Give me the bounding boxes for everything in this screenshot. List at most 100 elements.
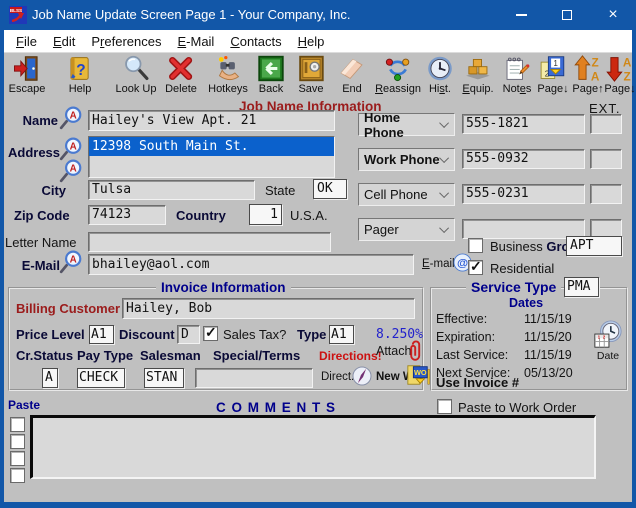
end-button[interactable]: End bbox=[338, 54, 367, 95]
reassign-button[interactable]: Reassign bbox=[375, 54, 421, 95]
minimize-button[interactable] bbox=[498, 0, 544, 30]
hotkeys-button[interactable]: Hotkeys bbox=[208, 54, 248, 95]
chevron-down-icon bbox=[439, 223, 450, 234]
address-input[interactable]: 12398 South Main St. bbox=[88, 136, 335, 178]
phone-ext-input-3[interactable] bbox=[590, 184, 622, 204]
history-button[interactable]: Hist. bbox=[426, 54, 455, 95]
date-picker-icon[interactable]: 12 bbox=[592, 320, 624, 350]
reassign-cycle-icon bbox=[386, 58, 410, 82]
billing-customer-label: Billing Customer bbox=[16, 301, 121, 316]
menu-contacts[interactable]: Contacts bbox=[222, 32, 289, 51]
price-level-label: Price Level bbox=[16, 327, 85, 342]
address-line2-lookup-icon[interactable]: A bbox=[59, 159, 83, 183]
sales-tax-checkbox[interactable] bbox=[203, 324, 218, 341]
paste-checkbox-3[interactable] bbox=[10, 451, 25, 466]
phone-ext-input-2[interactable] bbox=[590, 149, 622, 169]
comments-textarea[interactable] bbox=[30, 415, 596, 479]
salesman-input[interactable]: STAN bbox=[144, 368, 184, 388]
business-group-input[interactable]: APT bbox=[566, 236, 622, 256]
country-input[interactable]: 1 bbox=[249, 204, 282, 225]
notes-button[interactable]: Notes bbox=[503, 54, 532, 95]
maximize-button[interactable] bbox=[544, 0, 590, 30]
svg-text:A: A bbox=[591, 70, 600, 83]
page-down-sort-button[interactable]: AZ Page↓ bbox=[604, 54, 635, 95]
phone-ext-input-1[interactable] bbox=[590, 114, 622, 134]
phone-number-input-1[interactable]: 555-1821 bbox=[462, 114, 585, 134]
phone-type-dropdown-1[interactable]: Home Phone bbox=[358, 110, 455, 140]
app-icon: BLSS bbox=[9, 6, 27, 24]
phone-type-dropdown-3[interactable]: Cell Phone bbox=[358, 183, 455, 206]
next-service-date: 05/13/20 bbox=[524, 366, 573, 380]
equipment-boxes-icon bbox=[466, 58, 490, 80]
comments-heading: C O M M E N T S bbox=[216, 400, 337, 415]
email-label: E-Mail bbox=[21, 258, 60, 273]
paste-to-work-order-checkbox[interactable] bbox=[437, 399, 452, 414]
svg-text:A: A bbox=[70, 255, 77, 266]
menu-bar: File Edit Preferences E-Mail Contacts He… bbox=[4, 30, 632, 52]
email-lookup-icon[interactable]: A bbox=[59, 250, 83, 274]
phone-number-input-3[interactable]: 555-0231 bbox=[462, 184, 585, 204]
country-name-text: U.S.A. bbox=[290, 208, 328, 223]
special-terms-label: Special/Terms bbox=[213, 348, 301, 363]
price-level-input[interactable]: A1 bbox=[89, 325, 114, 344]
look-up-button[interactable]: Look Up bbox=[116, 54, 156, 95]
address-line1-lookup-icon[interactable]: A bbox=[59, 137, 83, 161]
menu-file[interactable]: File bbox=[8, 32, 45, 51]
directions-compass-icon[interactable] bbox=[352, 366, 372, 386]
zip-code-input[interactable]: 74123 bbox=[88, 205, 166, 225]
service-type-input[interactable]: PMA bbox=[564, 277, 599, 297]
paste-checkbox-2[interactable] bbox=[10, 434, 25, 449]
menu-preferences[interactable]: Preferences bbox=[83, 32, 169, 51]
attach-paperclip-icon[interactable] bbox=[408, 340, 424, 362]
equipment-button[interactable]: Equip. bbox=[462, 54, 494, 95]
close-button[interactable]: × bbox=[590, 0, 636, 30]
type-input[interactable]: A1 bbox=[329, 325, 354, 344]
paste-checkbox-1[interactable] bbox=[10, 417, 25, 432]
email-input[interactable]: bhailey@aol.com bbox=[88, 254, 414, 275]
discount-input[interactable]: D bbox=[177, 325, 200, 344]
zip-code-label: Zip Code bbox=[14, 208, 70, 223]
svg-text:BLSS: BLSS bbox=[10, 8, 22, 13]
menu-email[interactable]: E-Mail bbox=[169, 32, 222, 51]
address-line2[interactable] bbox=[89, 156, 334, 175]
direct-label: Direct. bbox=[321, 371, 355, 383]
new-work-order-icon[interactable]: WO bbox=[406, 362, 430, 388]
svg-text:WO: WO bbox=[414, 368, 427, 377]
business-group-checkbox[interactable] bbox=[468, 238, 483, 253]
back-button[interactable]: Back bbox=[257, 54, 286, 95]
name-input[interactable]: Hailey's View Apt. 21 bbox=[88, 110, 335, 131]
pay-type-input[interactable]: CHECK bbox=[77, 368, 125, 388]
last-service-date: 11/15/19 bbox=[524, 348, 572, 362]
save-button[interactable]: Save bbox=[297, 54, 326, 95]
name-label: Name bbox=[22, 113, 58, 128]
phone-type-dropdown-2[interactable]: Work Phone bbox=[358, 148, 455, 171]
delete-button[interactable]: Delete bbox=[165, 54, 197, 95]
page-down-pages-icon: 21 bbox=[540, 56, 565, 79]
page-up-sort-button[interactable]: ZA Page↑ bbox=[572, 54, 604, 95]
state-input[interactable]: OK bbox=[313, 179, 347, 199]
page-down-az-icon: AZ bbox=[606, 57, 632, 83]
phone-type-dropdown-4[interactable]: Pager bbox=[358, 218, 455, 241]
name-lookup-icon[interactable]: A bbox=[59, 106, 83, 130]
letter-name-input[interactable] bbox=[88, 232, 331, 252]
escape-button[interactable]: Escape bbox=[9, 54, 45, 95]
paste-to-work-order-label: Paste to Work Order bbox=[458, 400, 577, 415]
menu-edit[interactable]: Edit bbox=[45, 32, 83, 51]
residential-checkbox[interactable] bbox=[468, 258, 483, 275]
address-line1[interactable]: 12398 South Main St. bbox=[89, 137, 334, 156]
billing-customer-input[interactable]: Hailey, Bob bbox=[122, 298, 415, 319]
paste-checkbox-4[interactable] bbox=[10, 468, 25, 483]
history-clock-icon bbox=[428, 56, 452, 81]
page-down-button[interactable]: 21 Page↓ bbox=[537, 54, 569, 95]
last-service-label: Last Service: bbox=[436, 348, 509, 362]
city-input[interactable]: Tulsa bbox=[88, 180, 255, 200]
svg-text:Z: Z bbox=[624, 70, 631, 83]
svg-text:@: @ bbox=[457, 257, 468, 269]
special-terms-input[interactable] bbox=[195, 368, 313, 388]
phone-number-input-2[interactable]: 555-0932 bbox=[462, 149, 585, 169]
use-invoice-label: Use Invoice # bbox=[436, 375, 520, 390]
cr-status-input[interactable]: A bbox=[42, 368, 58, 388]
help-button[interactable]: ? Help bbox=[66, 54, 95, 95]
menu-help[interactable]: Help bbox=[290, 32, 333, 51]
chevron-down-icon bbox=[439, 153, 450, 164]
